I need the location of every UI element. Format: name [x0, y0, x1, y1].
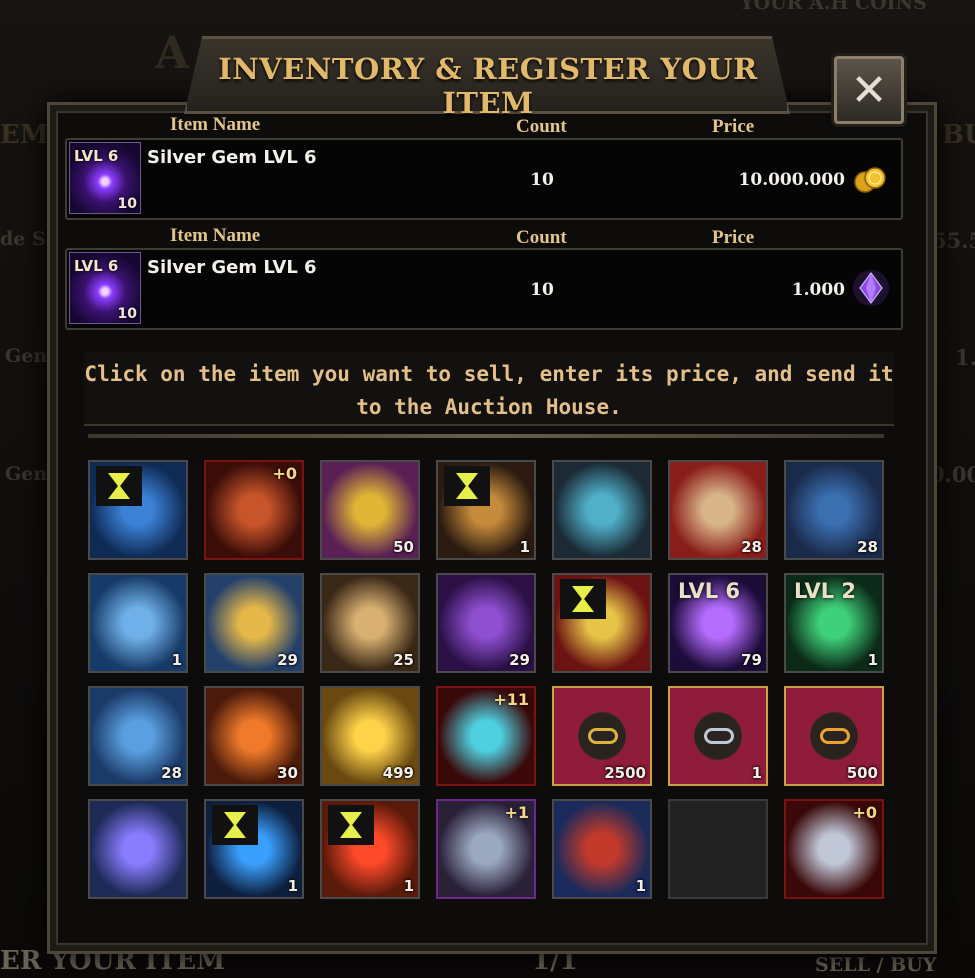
close-icon: ✕ [850, 64, 888, 116]
inventory-slot[interactable]: 1 [668, 686, 768, 786]
inventory-slot[interactable]: 1 [88, 573, 188, 673]
portal-mirror-icon [554, 462, 650, 558]
slot-count: 500 [846, 764, 878, 782]
level-badge: LVL 6 [74, 147, 119, 165]
slot-count: 1 [867, 651, 878, 669]
hourglass-icon [212, 805, 258, 845]
hourglass-icon [444, 466, 490, 506]
slot-count: 499 [382, 764, 414, 782]
inventory-slot[interactable] [552, 460, 652, 560]
col-header-name: Item Name [170, 114, 261, 135]
inventory-slot[interactable]: 28 [88, 686, 188, 786]
inventory-slot[interactable] [88, 460, 188, 560]
inventory-slot[interactable]: 500 [784, 686, 884, 786]
inventory-slot[interactable]: 50 [320, 460, 420, 560]
slot-count: 50 [393, 538, 414, 556]
silver-gem-icon: LVL 6 10 [69, 142, 141, 214]
modal-title: INVENTORY & REGISTER YOUR ITEM [218, 52, 758, 120]
hourglass-icon [96, 466, 142, 506]
spellbook-icon [90, 801, 186, 897]
gold-coins-icon [854, 167, 886, 193]
col-header-count: Count [516, 227, 567, 248]
inventory-slot[interactable]: 1 [436, 460, 536, 560]
slot-count: 1 [519, 538, 530, 556]
listing-price: 1.000 [791, 280, 845, 300]
inventory-slot[interactable]: +0 [784, 799, 884, 899]
enhance-badge: +0 [852, 803, 877, 822]
slot-count: 30 [277, 764, 298, 782]
slot-count: 25 [393, 651, 414, 669]
listing-count: 10 [530, 170, 554, 190]
col-header-price: Price [712, 227, 755, 248]
listing-item-name: Silver Gem LVL 6 [147, 257, 317, 278]
inventory-slot[interactable]: +1 [436, 799, 536, 899]
listing-row[interactable]: LVL 6 10 Silver Gem LVL 6 10 1.000 [65, 248, 903, 330]
close-button[interactable]: ✕ [834, 56, 904, 124]
inventory-slot[interactable]: LVL 2 1 [784, 573, 884, 673]
slot-count: 28 [857, 538, 878, 556]
divider [88, 434, 884, 438]
slot-level: LVL 2 [794, 579, 857, 603]
hourglass-icon [560, 579, 606, 619]
slot-level: LVL 6 [678, 579, 741, 603]
stack-count: 10 [117, 196, 137, 212]
inventory-slot[interactable]: 29 [436, 573, 536, 673]
inventory-slot[interactable]: +11 [436, 686, 536, 786]
inventory-slot[interactable]: 1 [204, 799, 304, 899]
inventory-slot[interactable]: LVL 6 79 [668, 573, 768, 673]
listing-row[interactable]: LVL 6 10 Silver Gem LVL 6 10 10.000.000 [65, 138, 903, 220]
slot-count: 79 [741, 651, 762, 669]
col-header-name: Item Name [170, 225, 261, 246]
listing-item-name: Silver Gem LVL 6 [147, 147, 317, 168]
enhance-badge: +11 [493, 690, 529, 709]
inventory-slot[interactable] [552, 573, 652, 673]
listing-count: 10 [530, 280, 554, 300]
listing-price: 10.000.000 [738, 170, 845, 190]
slot-count: 29 [277, 651, 298, 669]
stack-count: 10 [117, 306, 137, 322]
inventory-slot[interactable]: +0 [204, 460, 304, 560]
hourglass-icon [328, 805, 374, 845]
purple-gem-icon [853, 270, 889, 306]
enhance-badge: +0 [272, 464, 297, 483]
inventory-slot[interactable]: 30 [204, 686, 304, 786]
inventory-slot[interactable]: 29 [204, 573, 304, 673]
slot-count: 1 [751, 764, 762, 782]
inventory-slot[interactable]: 2500 [552, 686, 652, 786]
silver-gem-icon: LVL 6 10 [69, 252, 141, 324]
inventory-slot[interactable]: 1 [320, 799, 420, 899]
inventory-slot[interactable]: 499 [320, 686, 420, 786]
inventory-slot[interactable]: 25 [320, 573, 420, 673]
inventory-slot[interactable]: 28 [784, 460, 884, 560]
col-header-price: Price [712, 116, 755, 137]
slot-count: 1 [287, 877, 298, 895]
slot-count: 1 [403, 877, 414, 895]
bg-sell-buy-tab: SELL / BUY [815, 954, 937, 976]
instruction-text: Click on the item you want to sell, ente… [84, 352, 894, 426]
slot-count: 2500 [604, 764, 646, 782]
level-badge: LVL 6 [74, 257, 119, 275]
slot-count: 1 [635, 877, 646, 895]
slot-count: 28 [741, 538, 762, 556]
inventory-slot[interactable] [88, 799, 188, 899]
slot-count: 28 [161, 764, 182, 782]
col-header-count: Count [516, 116, 567, 137]
inventory-slot-empty[interactable] [668, 799, 768, 899]
inventory-slot[interactable]: 1 [552, 799, 652, 899]
slot-count: 1 [171, 651, 182, 669]
inventory-slot[interactable]: 28 [668, 460, 768, 560]
enhance-badge: +1 [504, 803, 529, 822]
slot-count: 29 [509, 651, 530, 669]
